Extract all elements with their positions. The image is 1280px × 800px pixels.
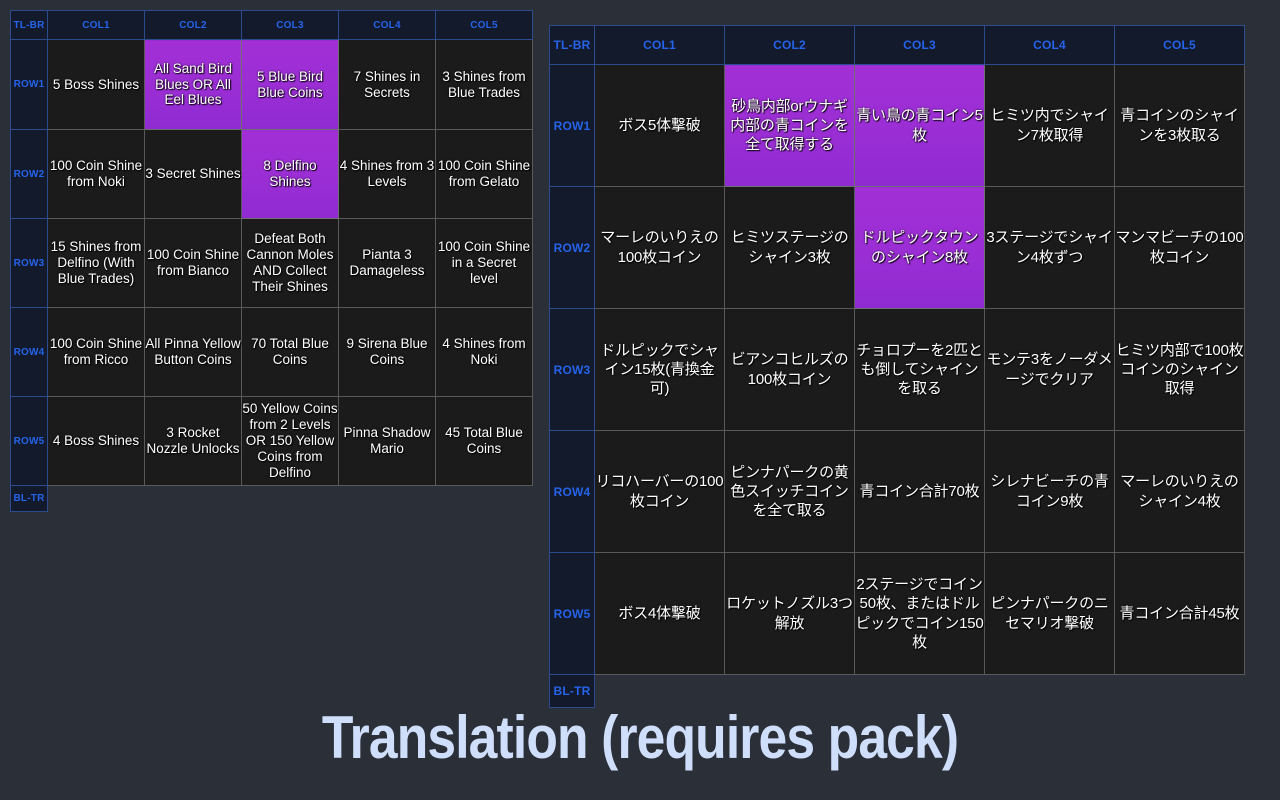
row-header-row5[interactable]: ROW5	[10, 396, 48, 486]
goal-cell[interactable]: 3 Secret Shines	[144, 129, 242, 219]
row-header-row3[interactable]: ROW3	[10, 218, 48, 308]
board-row: ROW5 4 Boss Shines 3 Rocket Nozzle Unloc…	[10, 396, 533, 486]
goal-cell[interactable]: 5 Blue Bird Blue Coins	[241, 39, 339, 130]
goal-cell[interactable]: 70 Total Blue Coins	[241, 307, 339, 397]
row-header-row5[interactable]: ROW5	[549, 552, 595, 675]
corner-label-top-left: TL-BR	[549, 25, 595, 65]
goal-cell[interactable]: 3ステージでシャイン4枚ずつ	[984, 186, 1115, 309]
goal-cell[interactable]: ボス5体撃破	[594, 64, 725, 187]
goal-cell[interactable]: ロケットノズル3つ解放	[724, 552, 855, 675]
goal-cell[interactable]: 4 Shines from Noki	[435, 307, 533, 397]
goal-cell[interactable]: ドルピックタウンのシャイン8枚	[854, 186, 985, 309]
corner-label-top-left: TL-BR	[10, 10, 48, 40]
goal-cell[interactable]: 8 Delfino Shines	[241, 129, 339, 219]
goal-cell[interactable]: リコハーバーの100枚コイン	[594, 430, 725, 553]
goal-cell[interactable]: Defeat Both Cannon Moles AND Collect The…	[241, 218, 339, 308]
goal-cell[interactable]: All Pinna Yellow Button Coins	[144, 307, 242, 397]
goal-cell[interactable]: All Sand Bird Blues OR All Eel Blues	[144, 39, 242, 130]
column-header-col3[interactable]: COL3	[854, 25, 985, 65]
corner-label-bottom-left: BL-TR	[10, 485, 48, 512]
goal-cell[interactable]: 45 Total Blue Coins	[435, 396, 533, 486]
board-row: ROW4 100 Coin Shine from Ricco All Pinna…	[10, 307, 533, 397]
board-row: ROW3 ドルピックでシャイン15枚(青換金可) ビアンコヒルズの100枚コイン…	[549, 308, 1245, 431]
board-row: ROW3 15 Shines from Delfino (With Blue T…	[10, 218, 533, 308]
goal-cell[interactable]: ヒミツステージのシャイン3枚	[724, 186, 855, 309]
column-header-col5[interactable]: COL5	[1114, 25, 1245, 65]
board-row: ROW1 5 Boss Shines All Sand Bird Blues O…	[10, 39, 533, 130]
column-header-col5[interactable]: COL5	[435, 10, 533, 40]
goal-cell[interactable]: 4 Shines from 3 Levels	[338, 129, 436, 219]
goal-cell[interactable]: ボス4体撃破	[594, 552, 725, 675]
footer-spacer	[48, 486, 533, 512]
board-row: ROW4 リコハーバーの100枚コイン ピンナパークの黄色スイッチコインを全て取…	[549, 430, 1245, 553]
goal-cell[interactable]: 5 Boss Shines	[47, 39, 145, 130]
column-header-col1[interactable]: COL1	[594, 25, 725, 65]
board-row: ROW5 ボス4体撃破 ロケットノズル3つ解放 2ステージでコイン50枚、または…	[549, 552, 1245, 675]
goal-cell[interactable]: ヒミツ内でシャイン7枚取得	[984, 64, 1115, 187]
goal-cell[interactable]: Pinna Shadow Mario	[338, 396, 436, 486]
bingo-board-english: TL-BR COL1 COL2 COL3 COL4 COL5 ROW1 5 Bo…	[10, 10, 533, 512]
board-header-row: TL-BR COL1 COL2 COL3 COL4 COL5	[10, 10, 533, 40]
goal-cell[interactable]: 100 Coin Shine from Ricco	[47, 307, 145, 397]
goal-cell[interactable]: 青コインのシャインを3枚取る	[1114, 64, 1245, 187]
goal-cell[interactable]: チョロプーを2匹とも倒してシャインを取る	[854, 308, 985, 431]
goal-cell[interactable]: シレナビーチの青コイン9枚	[984, 430, 1115, 553]
bingo-board-stage: TL-BR COL1 COL2 COL3 COL4 COL5 ROW1 5 Bo…	[0, 0, 1280, 800]
row-header-row4[interactable]: ROW4	[549, 430, 595, 553]
goal-cell[interactable]: 青コイン合計70枚	[854, 430, 985, 553]
goal-cell[interactable]: ピンナパークの黄色スイッチコインを全て取る	[724, 430, 855, 553]
goal-cell[interactable]: マーレのいりえのシャイン4枚	[1114, 430, 1245, 553]
board-row: ROW1 ボス5体撃破 砂鳥内部orウナギ内部の青コインを全て取得する 青い鳥の…	[549, 64, 1245, 187]
row-header-row2[interactable]: ROW2	[10, 129, 48, 219]
goal-cell[interactable]: 50 Yellow Coins from 2 Levels OR 150 Yel…	[241, 396, 339, 486]
goal-cell[interactable]: 100 Coin Shine from Noki	[47, 129, 145, 219]
column-header-col1[interactable]: COL1	[47, 10, 145, 40]
goal-cell[interactable]: 3 Shines from Blue Trades	[435, 39, 533, 130]
goal-cell[interactable]: マーレのいりえの100枚コイン	[594, 186, 725, 309]
column-header-col4[interactable]: COL4	[338, 10, 436, 40]
goal-cell[interactable]: 2ステージでコイン50枚、またはドルピックでコイン150枚	[854, 552, 985, 675]
goal-cell[interactable]: ビアンコヒルズの100枚コイン	[724, 308, 855, 431]
row-header-row4[interactable]: ROW4	[10, 307, 48, 397]
caption-text: Translation (requires pack)	[321, 704, 959, 771]
goal-cell[interactable]: 4 Boss Shines	[47, 396, 145, 486]
goal-cell[interactable]: 100 Coin Shine from Bianco	[144, 218, 242, 308]
goal-cell[interactable]: 青コイン合計45枚	[1114, 552, 1245, 675]
bingo-board-japanese: TL-BR COL1 COL2 COL3 COL4 COL5 ROW1 ボス5体…	[549, 25, 1245, 708]
goal-cell[interactable]: 3 Rocket Nozzle Unlocks	[144, 396, 242, 486]
column-header-col2[interactable]: COL2	[144, 10, 242, 40]
goal-cell[interactable]: 7 Shines in Secrets	[338, 39, 436, 130]
board-header-row: TL-BR COL1 COL2 COL3 COL4 COL5	[549, 25, 1245, 65]
row-header-row1[interactable]: ROW1	[10, 39, 48, 130]
goal-cell[interactable]: 9 Sirena Blue Coins	[338, 307, 436, 397]
row-header-row3[interactable]: ROW3	[549, 308, 595, 431]
goal-cell[interactable]: ドルピックでシャイン15枚(青換金可)	[594, 308, 725, 431]
goal-cell[interactable]: ヒミツ内部で100枚コインのシャイン取得	[1114, 308, 1245, 431]
goal-cell[interactable]: モンテ3をノーダメージでクリア	[984, 308, 1115, 431]
goal-cell[interactable]: 青い鳥の青コイン5枚	[854, 64, 985, 187]
goal-cell[interactable]: 砂鳥内部orウナギ内部の青コインを全て取得する	[724, 64, 855, 187]
goal-cell[interactable]: 100 Coin Shine from Gelato	[435, 129, 533, 219]
goal-cell[interactable]: Pianta 3 Damageless	[338, 218, 436, 308]
board-row: ROW2 マーレのいりえの100枚コイン ヒミツステージのシャイン3枚 ドルピッ…	[549, 186, 1245, 309]
column-header-col2[interactable]: COL2	[724, 25, 855, 65]
board-row: ROW2 100 Coin Shine from Noki 3 Secret S…	[10, 129, 533, 219]
goal-cell[interactable]: 15 Shines from Delfino (With Blue Trades…	[47, 218, 145, 308]
goal-cell[interactable]: 100 Coin Shine in a Secret level	[435, 218, 533, 308]
board-footer-row: BL-TR	[10, 485, 533, 512]
goal-cell[interactable]: マンマビーチの100枚コイン	[1114, 186, 1245, 309]
goal-cell[interactable]: ピンナパークのニセマリオ撃破	[984, 552, 1115, 675]
column-header-col3[interactable]: COL3	[241, 10, 339, 40]
column-header-col4[interactable]: COL4	[984, 25, 1115, 65]
row-header-row1[interactable]: ROW1	[549, 64, 595, 187]
row-header-row2[interactable]: ROW2	[549, 186, 595, 309]
